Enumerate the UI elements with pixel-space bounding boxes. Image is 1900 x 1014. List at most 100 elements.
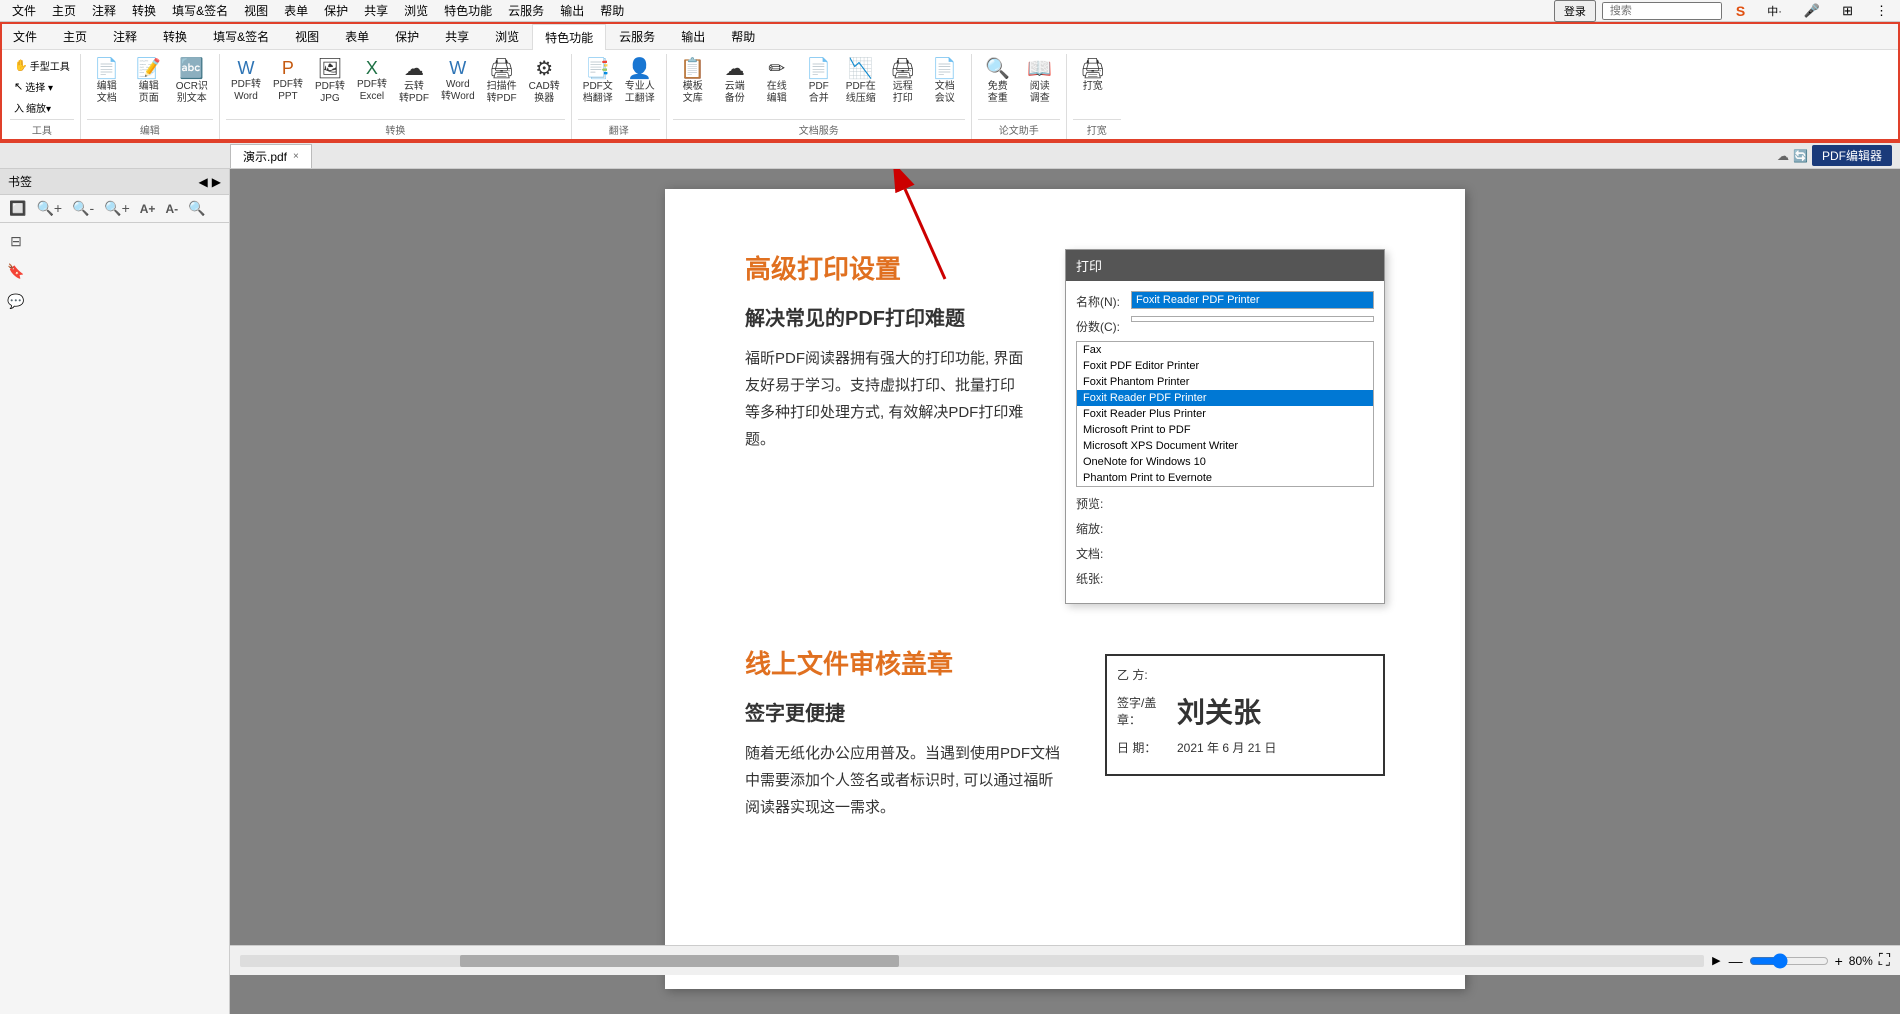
ribbon-group-printwide: 🖨 打宽 打宽 bbox=[1067, 54, 1127, 141]
tab-help[interactable]: 帮助 bbox=[718, 23, 768, 49]
tab-protect[interactable]: 保护 bbox=[382, 23, 432, 49]
pdf-to-jpg-button[interactable]: 🖼 PDF转JPG bbox=[310, 56, 350, 108]
pdf-to-ppt-button[interactable]: P PDF转PPT bbox=[268, 56, 308, 106]
print-list-item-phantom[interactable]: Foxit Phantom Printer bbox=[1077, 374, 1373, 390]
menu-item-output[interactable]: 输出 bbox=[552, 0, 592, 21]
pdf-to-word-button[interactable]: W PDF转Word bbox=[226, 56, 266, 106]
human-translate-button[interactable]: 👤 专业人工翻译 bbox=[620, 56, 660, 108]
tab-view[interactable]: 视图 bbox=[282, 23, 332, 49]
tab-comment[interactable]: 注释 bbox=[100, 23, 150, 49]
menu-item-comment[interactable]: 注释 bbox=[84, 0, 124, 21]
cad-convert-button[interactable]: ⚙ CAD转换器 bbox=[524, 56, 565, 108]
tab-browse[interactable]: 浏览 bbox=[482, 23, 532, 49]
pdf-tab-close[interactable]: × bbox=[293, 151, 299, 162]
scrollbar-horizontal[interactable] bbox=[240, 955, 1704, 967]
print-list-item-ms-xps[interactable]: Microsoft XPS Document Writer bbox=[1077, 438, 1373, 454]
zoom-out-button[interactable]: — bbox=[1729, 953, 1743, 969]
main-area: 书签 ◀ ▶ 🔲 🔍+ 🔍- 🔍+ A+ A- 🔍 ⊟ 🔖 💬 bbox=[0, 169, 1900, 1014]
cloud-backup-button[interactable]: ☁ 云端备份 bbox=[715, 56, 755, 108]
select-tool-button[interactable]: ↖ 选择 ▾ bbox=[10, 77, 74, 96]
sidebar-tool-search[interactable]: 🔍 bbox=[185, 199, 208, 218]
menu-item-home[interactable]: 主页 bbox=[44, 0, 84, 21]
zoom-tool-button[interactable]: 入 缩放▾ bbox=[10, 98, 74, 117]
print-list-item-fax[interactable]: Fax bbox=[1077, 342, 1373, 358]
lang-toggle[interactable]: 中· bbox=[1759, 1, 1790, 21]
sidebar-tool-zoom-out[interactable]: 🔍- bbox=[69, 199, 97, 218]
scan-convert-button[interactable]: 🖨 扫描件转PDF bbox=[482, 56, 522, 108]
sidebar-icon-bookmark[interactable]: 🔖 bbox=[4, 259, 28, 283]
print-name-input[interactable]: Foxit Reader PDF Printer bbox=[1131, 291, 1374, 309]
plagiarism-icon: 🔍 bbox=[985, 59, 1010, 79]
edit-group-label: 编辑 bbox=[87, 119, 213, 139]
pdf-editor-button[interactable]: PDF编辑器 bbox=[1812, 145, 1892, 166]
menu-item-share[interactable]: 共享 bbox=[356, 0, 396, 21]
grid-icon[interactable]: ⊞ bbox=[1834, 1, 1861, 21]
fullscreen-button[interactable]: ⛶ bbox=[1879, 952, 1890, 970]
tab-output[interactable]: 输出 bbox=[668, 23, 718, 49]
sidebar-icon-thumb[interactable]: ⊟ bbox=[4, 229, 28, 253]
sidebar-nav-prev[interactable]: ◀ bbox=[199, 175, 208, 189]
tab-sign[interactable]: 填写&签名 bbox=[200, 23, 282, 49]
zoom-plus-button[interactable]: + bbox=[1835, 953, 1843, 969]
tab-cloud[interactable]: 云服务 bbox=[606, 23, 668, 49]
tab-form[interactable]: 表单 bbox=[332, 23, 382, 49]
online-edit-button[interactable]: ✏ 在线编辑 bbox=[757, 56, 797, 108]
cloud-convert-button[interactable]: ☁ 云转转PDF bbox=[394, 56, 434, 108]
pdf-compress-button[interactable]: 📉 PDF在线压缩 bbox=[841, 56, 881, 108]
zoom-slider[interactable] bbox=[1749, 953, 1829, 969]
login-button[interactable]: 登录 bbox=[1554, 0, 1596, 22]
sidebar-icon-comment[interactable]: 💬 bbox=[4, 289, 28, 313]
menu-item-special[interactable]: 特色功能 bbox=[436, 0, 500, 21]
tab-special[interactable]: 特色功能 bbox=[532, 24, 606, 50]
print-copies-input[interactable] bbox=[1131, 316, 1374, 322]
tab-home[interactable]: 主页 bbox=[50, 23, 100, 49]
pdf-to-excel-button[interactable]: X PDF转Excel bbox=[352, 56, 392, 106]
menu-item-cloud[interactable]: 云服务 bbox=[500, 0, 552, 21]
scroll-right-arrow[interactable]: ▶ bbox=[1712, 954, 1720, 967]
print-list-item-editor[interactable]: Foxit PDF Editor Printer bbox=[1077, 358, 1373, 374]
word-to-word-button[interactable]: W Word转Word bbox=[436, 56, 480, 106]
sidebar-tool-zoom-in2[interactable]: 🔍+ bbox=[101, 199, 133, 218]
menu-item-convert[interactable]: 转换 bbox=[124, 0, 164, 21]
menu-item-browse[interactable]: 浏览 bbox=[396, 0, 436, 21]
tab-file[interactable]: 文件 bbox=[0, 23, 50, 49]
menu-item-file[interactable]: 文件 bbox=[4, 0, 44, 21]
sidebar-tool-font-up[interactable]: A+ bbox=[137, 201, 159, 217]
sidebar-tool-zoom-in1[interactable]: 🔍+ bbox=[33, 199, 65, 218]
pdf-merge-button[interactable]: 📄 PDF合并 bbox=[799, 56, 839, 108]
plagiarism-button[interactable]: 🔍 免费查重 bbox=[978, 56, 1018, 108]
tab-convert[interactable]: 转换 bbox=[150, 23, 200, 49]
print-list-item-onenote[interactable]: OneNote for Windows 10 bbox=[1077, 454, 1373, 470]
print-list-item-reader[interactable]: Foxit Reader PDF Printer bbox=[1077, 390, 1373, 406]
section1: 高级打印设置 解决常见的PDF打印难题 福昕PDF阅读器拥有强大的打印功能, 界… bbox=[745, 249, 1385, 604]
reading-survey-button[interactable]: 📖 阅读调查 bbox=[1020, 56, 1060, 108]
remote-print-button[interactable]: 🖨 远程打印 bbox=[883, 56, 923, 108]
hand-tool-button[interactable]: ✋ 手型工具 bbox=[10, 56, 74, 75]
sync-icon[interactable]: 🔄 bbox=[1793, 149, 1808, 163]
more-icon[interactable]: ⋮ bbox=[1867, 1, 1896, 21]
menu-item-protect[interactable]: 保护 bbox=[316, 0, 356, 21]
mic-icon[interactable]: 🎤 bbox=[1796, 1, 1828, 21]
template-button[interactable]: 📋 模板文库 bbox=[673, 56, 713, 108]
sidebar-tool-font-down[interactable]: A- bbox=[162, 201, 181, 217]
sidebar-tool-expand[interactable]: 🔲 bbox=[6, 199, 29, 218]
edit-doc-button[interactable]: 📄 编辑文档 bbox=[87, 56, 127, 108]
print-list-item-evernote[interactable]: Phantom Print to Evernote bbox=[1077, 470, 1373, 486]
pdf-translate-button[interactable]: 📑 PDF文档翻译 bbox=[578, 56, 618, 108]
doc-meeting-button[interactable]: 📄 文档会议 bbox=[925, 56, 965, 108]
print-list-item-reader-plus[interactable]: Foxit Reader Plus Printer bbox=[1077, 406, 1373, 422]
menu-item-sign[interactable]: 填写&签名 bbox=[164, 0, 236, 21]
sidebar-nav-next[interactable]: ▶ bbox=[212, 175, 221, 189]
search-input[interactable] bbox=[1602, 2, 1722, 20]
tab-share[interactable]: 共享 bbox=[432, 23, 482, 49]
menu-item-form[interactable]: 表单 bbox=[276, 0, 316, 21]
stamp-date-label: 日 期： bbox=[1117, 739, 1177, 756]
pdf-tab[interactable]: 演示.pdf × bbox=[230, 144, 312, 168]
edit-page-button[interactable]: 📝 编辑页面 bbox=[129, 56, 169, 108]
print-list-item-ms-pdf[interactable]: Microsoft Print to PDF bbox=[1077, 422, 1373, 438]
menu-item-view[interactable]: 视图 bbox=[236, 0, 276, 21]
cloud-icon[interactable]: ☁ bbox=[1777, 149, 1789, 163]
menu-item-help[interactable]: 帮助 bbox=[592, 0, 632, 21]
print-wide-button[interactable]: 🖨 打宽 bbox=[1073, 56, 1113, 96]
ocr-button[interactable]: 🔤 OCR识别文本 bbox=[171, 56, 213, 108]
